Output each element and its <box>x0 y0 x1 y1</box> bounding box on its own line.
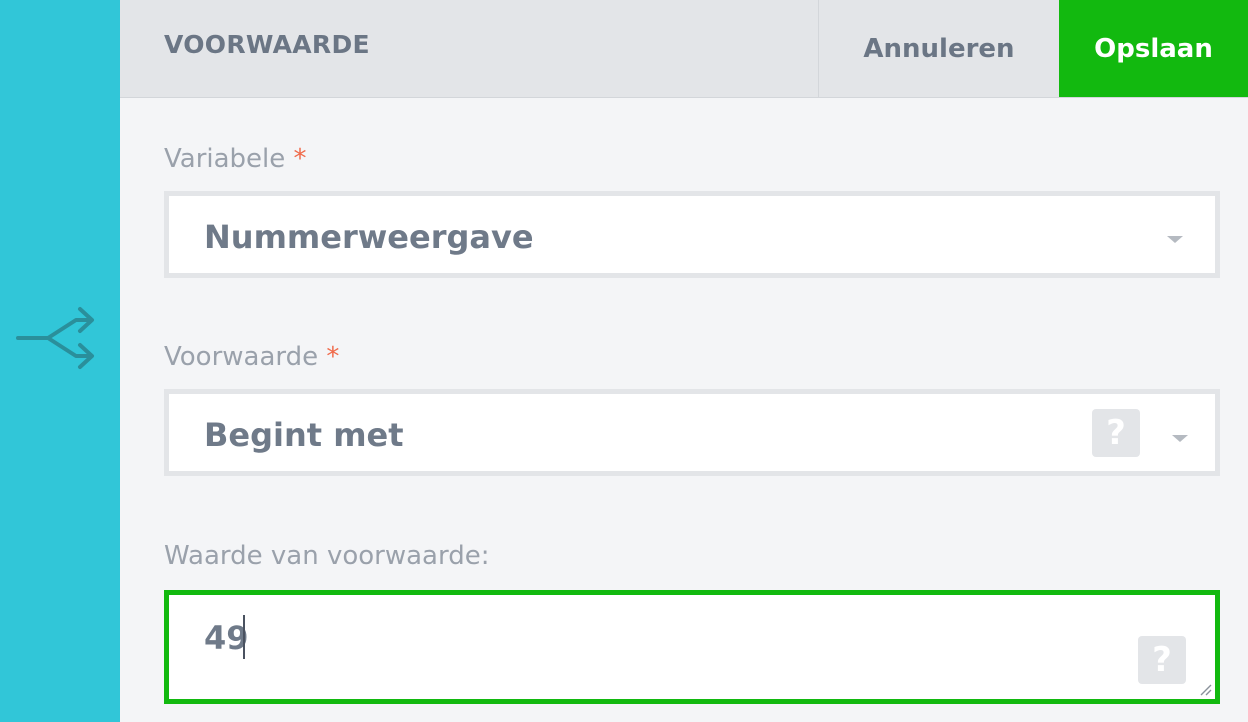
save-button[interactable]: Opslaan <box>1059 0 1248 97</box>
condition-editor: VOORWAARDE Annuleren Opslaan Variabele *… <box>0 0 1248 722</box>
condition-label: Voorwaarde * <box>164 342 339 372</box>
page-title: VOORWAARDE <box>164 30 370 59</box>
condition-value-text: 49 <box>204 619 249 657</box>
variable-select[interactable]: Nummerweergave <box>164 191 1220 278</box>
branch-split-icon <box>16 307 94 369</box>
variable-label: Variabele * <box>164 144 307 174</box>
text-cursor <box>243 615 245 659</box>
caret-down-icon <box>1167 236 1183 243</box>
condition-label-text: Voorwaarde <box>164 342 319 372</box>
question-mark-icon[interactable]: ? <box>1138 636 1186 684</box>
condition-select[interactable]: Begint met ? <box>164 389 1220 476</box>
condition-value-label: Waarde van voorwaarde: <box>164 541 490 571</box>
resize-handle-icon[interactable] <box>1198 682 1212 696</box>
caret-down-icon <box>1172 435 1188 442</box>
header-bar: VOORWAARDE Annuleren Opslaan <box>120 0 1248 98</box>
cancel-button[interactable]: Annuleren <box>818 0 1059 97</box>
left-rail <box>0 0 120 722</box>
required-mark: * <box>326 342 340 372</box>
condition-select-value: Begint met <box>204 416 404 454</box>
variable-label-text: Variabele <box>164 144 286 174</box>
required-mark: * <box>293 144 307 174</box>
question-mark-icon[interactable]: ? <box>1092 409 1140 457</box>
condition-value-input[interactable]: 49 ? <box>164 590 1220 704</box>
variable-select-value: Nummerweergave <box>204 218 534 256</box>
